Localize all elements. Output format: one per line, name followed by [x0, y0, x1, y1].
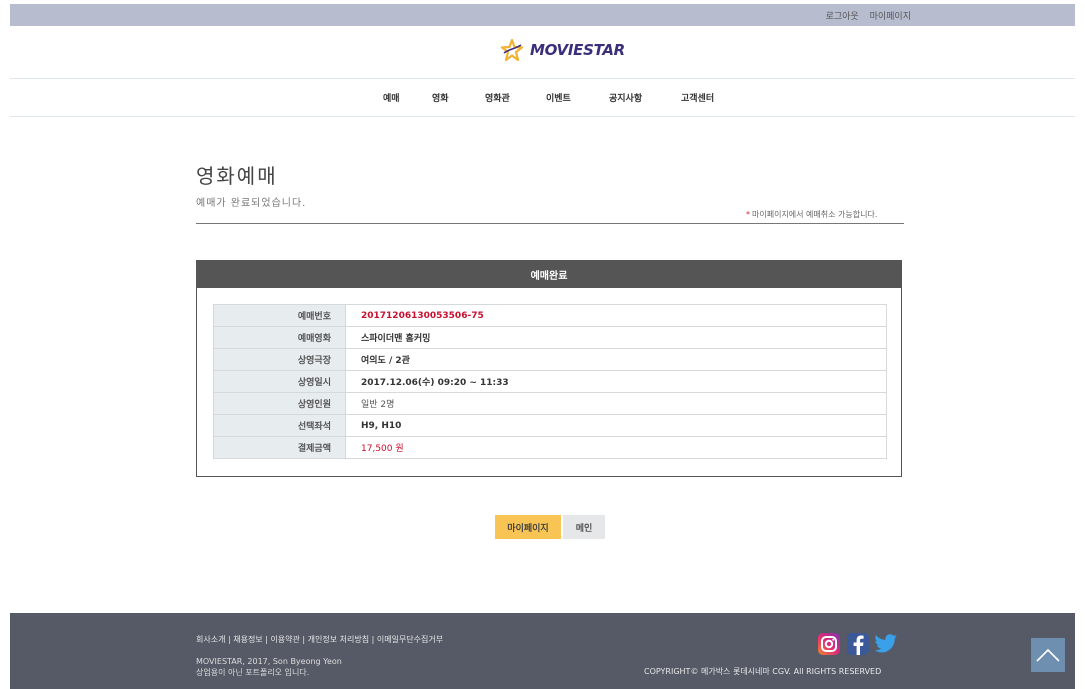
twitter-icon[interactable] — [874, 633, 897, 655]
instagram-icon[interactable] — [818, 633, 840, 655]
chevron-up-icon — [1036, 648, 1060, 662]
utility-links: 로그아웃 마이페이지 — [818, 9, 911, 22]
footer-links[interactable]: 회사소개 | 채용정보 | 이용약관 | 개인정보 처리방침 | 이메일무단수집… — [196, 634, 443, 645]
nav-item-notices[interactable]: 공지사항 — [609, 91, 642, 104]
twitter-glyph — [874, 634, 897, 653]
row-label-showtime: 상영일시 — [213, 370, 346, 393]
logout-link[interactable]: 로그아웃 — [826, 12, 859, 22]
table-row: 상영일시 2017.12.06(수) 09:20 ~ 11:33 — [213, 370, 887, 393]
card-header: 예매완료 — [197, 261, 901, 288]
instagram-glyph — [821, 636, 837, 652]
site-footer: 회사소개 | 채용정보 | 이용약관 | 개인정보 처리방침 | 이메일무단수집… — [10, 613, 1075, 689]
row-label-theater: 상영극장 — [213, 348, 346, 371]
table-row: 결제금액 17,500 원 — [213, 436, 887, 459]
site-logo[interactable]: MOVIESTAR — [500, 38, 625, 62]
table-row: 선택좌석 H9, H10 — [213, 414, 887, 437]
row-label-seats: 선택좌석 — [213, 414, 346, 437]
page-subtitle: 예매가 완료되었습니다. — [196, 198, 307, 209]
theater-value: 여의도 / 2관 — [345, 348, 887, 371]
scroll-to-top-button[interactable] — [1031, 638, 1065, 672]
mypage-button[interactable]: 마이페이지 — [495, 515, 561, 539]
brand-name: MOVIESTAR — [530, 41, 625, 59]
payment-value: 17,500 원 — [345, 436, 887, 459]
header-divider — [10, 78, 1075, 79]
table-row: 예매번호 20171206130053506-75 — [213, 304, 887, 327]
nav-item-events[interactable]: 이벤트 — [546, 91, 571, 104]
table-row: 예매영화 스파이더맨 홈커밍 — [213, 326, 887, 349]
star-logo-icon — [500, 39, 524, 61]
booking-details-table: 예매번호 20171206130053506-75 예매영화 스파이더맨 홈커밍… — [213, 304, 887, 459]
audience-value: 일반 2명 — [345, 392, 887, 415]
movie-value: 스파이더맨 홈커밍 — [345, 326, 887, 349]
title-rule — [196, 223, 904, 224]
facebook-glyph — [853, 635, 864, 655]
mypage-link[interactable]: 마이페이지 — [870, 12, 911, 22]
top-utility-bar: 로그아웃 마이페이지 — [10, 4, 1075, 26]
notice-mark: * — [746, 210, 750, 219]
nav-divider — [10, 116, 1075, 117]
nav-item-theaters[interactable]: 영화관 — [485, 91, 510, 104]
footer-rights: COPYRIGHT© 메가박스 롯데시네마 CGV. All RIGHTS RE… — [644, 667, 882, 676]
seats-value: H9, H10 — [345, 414, 887, 437]
cancel-notice: * 마이페이지에서 예매취소 가능합니다. — [746, 209, 877, 220]
footer-copyright-line: MOVIESTAR, 2017, Son Byeong Yeon — [196, 657, 342, 666]
table-row: 상영인원 일반 2명 — [213, 392, 887, 415]
row-label-booking-number: 예매번호 — [213, 304, 346, 327]
card-title: 예매완료 — [530, 271, 568, 282]
booking-number-value: 20171206130053506-75 — [345, 304, 887, 327]
table-row: 상영극장 여의도 / 2관 — [213, 348, 887, 371]
row-label-payment: 결제금액 — [213, 436, 346, 459]
footer-disclaimer: 상업용이 아닌 포트폴리오 입니다. — [196, 668, 310, 677]
main-button[interactable]: 메인 — [563, 515, 605, 539]
row-label-movie: 예매영화 — [213, 326, 346, 349]
showtime-value: 2017.12.06(수) 09:20 ~ 11:33 — [345, 370, 887, 393]
notice-text: 마이페이지에서 예매취소 가능합니다. — [752, 210, 878, 219]
nav-item-movies[interactable]: 영화 — [432, 91, 449, 104]
nav-item-booking[interactable]: 예매 — [383, 91, 400, 104]
nav-item-support[interactable]: 고객센터 — [681, 91, 714, 104]
row-label-audience: 상영인원 — [213, 392, 346, 415]
facebook-icon[interactable] — [847, 633, 869, 655]
booking-complete-card: 예매완료 예매번호 20171206130053506-75 예매영화 스파이더… — [196, 260, 902, 477]
page-title: 영화예매 — [196, 164, 278, 188]
